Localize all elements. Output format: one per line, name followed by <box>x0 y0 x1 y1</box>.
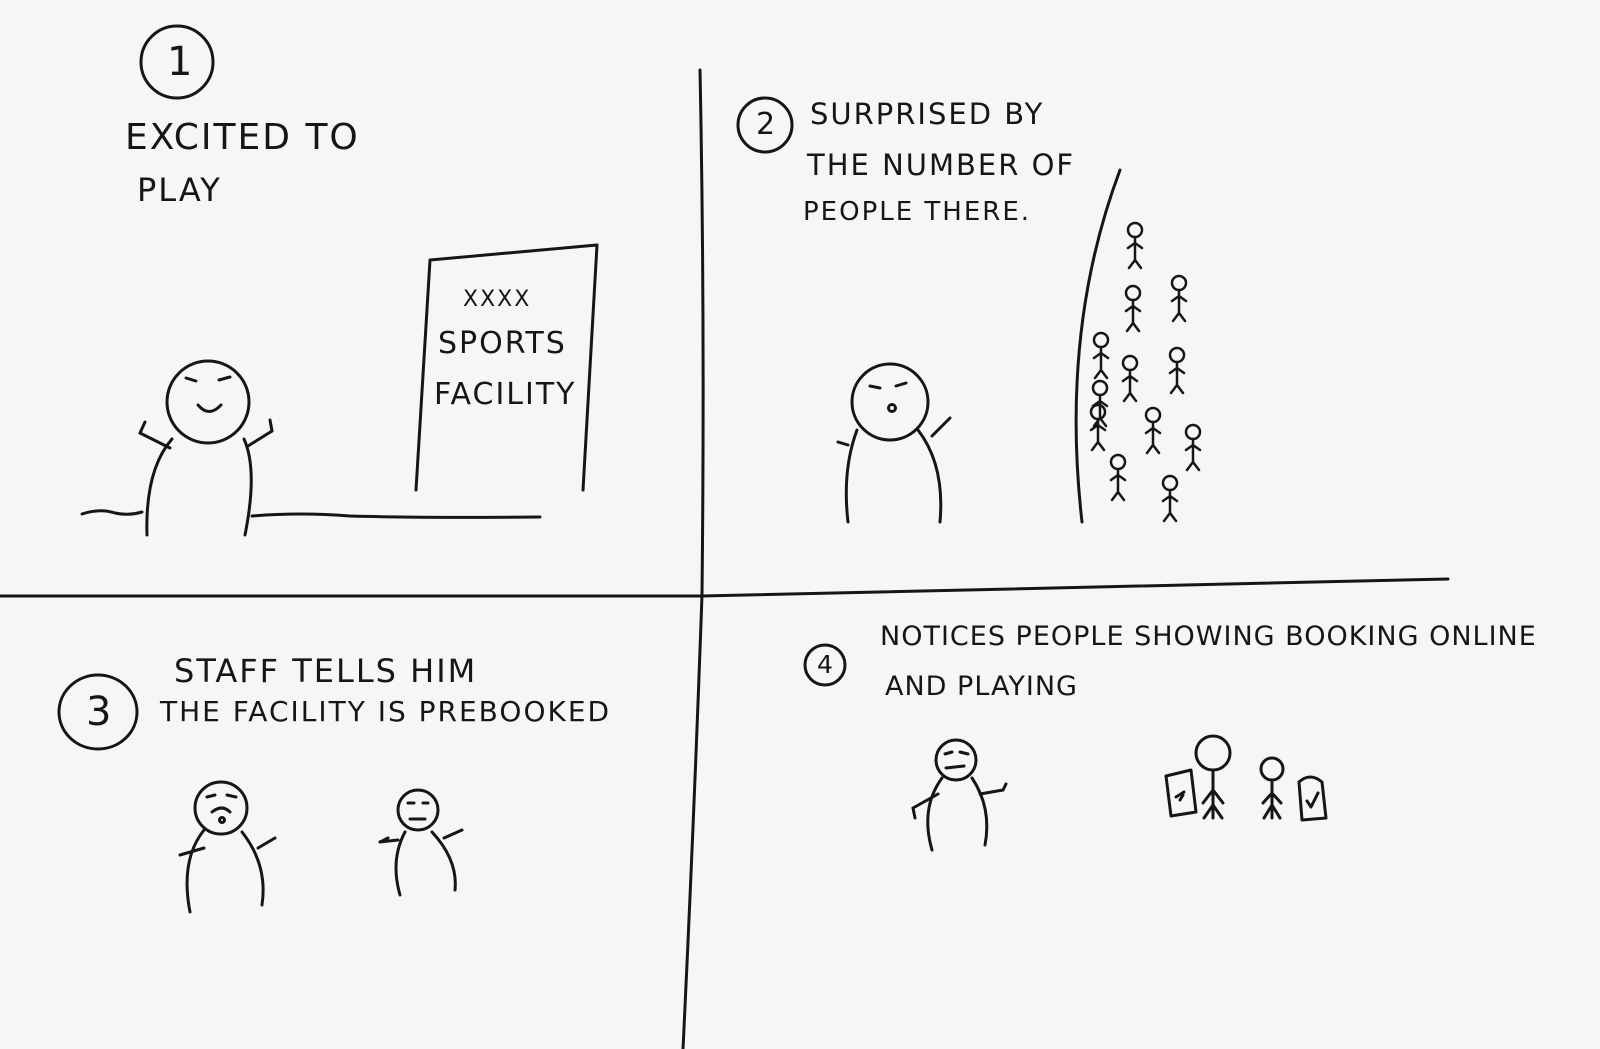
panel-2-person <box>836 362 952 524</box>
crowd-person <box>1126 221 1144 270</box>
vertical-divider-bottom <box>681 593 704 1049</box>
crowd-person <box>1092 331 1110 380</box>
panel-4-person <box>911 738 1008 852</box>
crowd-person <box>1089 403 1107 452</box>
panel-2-number: 2 <box>756 107 776 142</box>
crowd-person <box>1184 423 1202 472</box>
panel-3-staff-member <box>378 788 464 897</box>
panel-3-customer <box>178 780 277 914</box>
panel-1-number: 1 <box>167 39 193 85</box>
panel-2-caption-line-2: THE NUMBER OF <box>807 148 1076 182</box>
panel-4-player-with-phone <box>1164 734 1232 820</box>
panel-3-caption-line-2: THE FACILITY IS PREBOOKED <box>160 695 612 728</box>
sign-line-3: FACILITY <box>434 377 577 412</box>
panel-4-number: 4 <box>817 650 833 679</box>
panel-4-caption-line-1: NOTICES PEOPLE SHOWING BOOKING ONLINE <box>880 621 1537 652</box>
crowd-of-people <box>1089 221 1202 523</box>
sign-line-1: XXXX <box>463 287 532 312</box>
panel-3-caption-line-1: STAFF TELLS HIM <box>174 652 478 690</box>
crowd-person <box>1161 474 1179 523</box>
panel-1-person <box>138 359 274 537</box>
panel-1-caption-line-2: PLAY <box>137 171 222 209</box>
crowd-person <box>1124 284 1142 333</box>
panel-2-caption-line-1: SURPRISED BY <box>810 97 1045 131</box>
crowd-person <box>1144 406 1162 455</box>
crowd-person <box>1121 354 1139 403</box>
horizontal-divider-right <box>700 577 1450 598</box>
panel-1-caption-line-1: EXCITED TO <box>125 117 360 158</box>
storyboard-sheet: 1 2 3 4 EXCITED TO PLAY XXXX SPORTS FACI… <box>0 0 1600 1049</box>
ground-line <box>80 509 542 519</box>
crowd-person <box>1168 346 1186 395</box>
vertical-divider-top <box>698 68 705 597</box>
sports-facility-sign <box>414 243 599 492</box>
crowd-person <box>1170 274 1188 323</box>
panel-2-caption-line-3: PEOPLE THERE. <box>803 197 1032 227</box>
panel-4-player-with-booking <box>1259 756 1328 822</box>
crowd-person <box>1109 453 1127 502</box>
panel-3-number: 3 <box>86 689 112 735</box>
panel-4-caption-line-2: AND PLAYING <box>885 671 1078 702</box>
sign-line-2: SPORTS <box>438 326 567 361</box>
